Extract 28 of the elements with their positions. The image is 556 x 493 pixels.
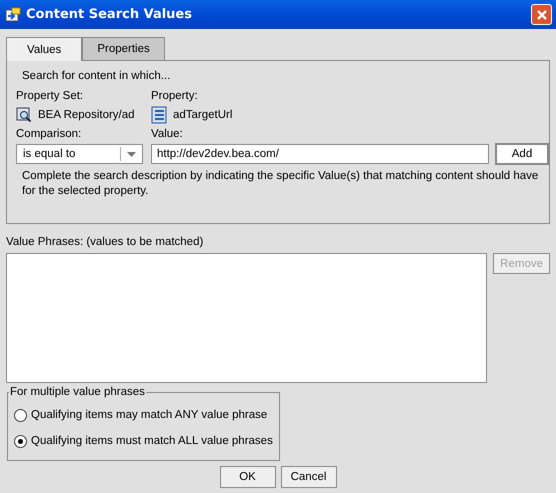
value-field[interactable]: http://dev2dev.bea.com/ [151, 144, 489, 164]
property-value: adTargetUrl [173, 109, 232, 121]
property-icon [151, 106, 167, 124]
radio-button[interactable] [14, 434, 27, 448]
window-icon [5, 6, 21, 22]
value-label: Value: [151, 128, 184, 140]
help-text: Complete the search description by indicating the specific Value(s) that matching content should have for the selected property. [22, 169, 540, 199]
tab[interactable]: Properties [82, 37, 165, 60]
property-set-value: BEA Repository/ad [38, 109, 135, 121]
intro-text: Search for content in which... [22, 70, 172, 82]
property-label: Property: [151, 90, 199, 102]
caret-icon [127, 152, 136, 156]
radio-button[interactable] [14, 408, 27, 422]
radio-label[interactable]: Qualifying items must match ALL value phrases [31, 435, 273, 447]
property-set-label: Property Set: [16, 90, 84, 102]
repository-icon [16, 107, 32, 123]
window-title: Content Search Values [26, 7, 192, 22]
tab[interactable]: Values [6, 37, 82, 61]
radio-label[interactable]: Qualifying items may match ANY value phrase [31, 409, 268, 421]
close-icon [536, 8, 548, 20]
comparison-dropdown[interactable]: is equal to [16, 144, 143, 164]
close-button[interactable] [531, 4, 552, 25]
ok-button[interactable]: OK [220, 466, 276, 488]
group-title: For multiple value phrases [9, 386, 146, 398]
value-phrases-label: Value Phrases: (values to be matched) [6, 236, 204, 248]
cancel-button[interactable]: Cancel [280, 466, 336, 488]
add-button[interactable]: Add [495, 143, 549, 165]
comparison-label: Comparison: [16, 128, 82, 140]
